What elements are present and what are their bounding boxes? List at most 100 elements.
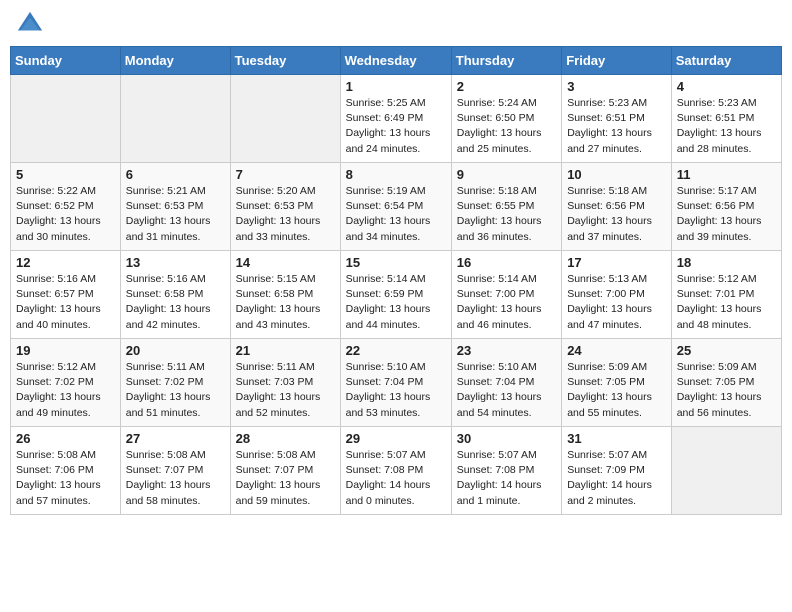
calendar-cell: 13 Sunrise: 5:16 AM Sunset: 6:58 PM Dayli… bbox=[120, 251, 230, 339]
column-header-tuesday: Tuesday bbox=[230, 47, 340, 75]
day-info: Sunrise: 5:10 AM Sunset: 7:04 PM Dayligh… bbox=[457, 360, 556, 421]
calendar-cell: 21Sunrise: 5:11 AM Sunset: 7:03 PM Dayli… bbox=[230, 339, 340, 427]
calendar-cell: 31 Sunrise: 5:07 AM Sunset: 7:09 PM Dayli… bbox=[562, 427, 672, 515]
day-info: Sunrise: 5:11 AM Sunset: 7:02 PM Dayligh… bbox=[126, 360, 225, 421]
calendar-cell: 4Sunrise: 5:23 AM Sunset: 6:51 PM Daylig… bbox=[671, 75, 781, 163]
day-number: 4 bbox=[677, 79, 776, 94]
calendar-week-row: 19 Sunrise: 5:12 AM Sunset: 7:02 PM Dayli… bbox=[11, 339, 782, 427]
day-info: Sunrise: 5:15 AM Sunset: 6:58 PM Dayligh… bbox=[236, 272, 335, 333]
day-number: 27 bbox=[126, 431, 225, 446]
calendar-cell: 19 Sunrise: 5:12 AM Sunset: 7:02 PM Dayli… bbox=[11, 339, 121, 427]
calendar-cell: 29 Sunrise: 5:07 AM Sunset: 7:08 PM Dayli… bbox=[340, 427, 451, 515]
day-number: 7 bbox=[236, 167, 335, 182]
calendar-week-row: 5 Sunrise: 5:22 AM Sunset: 6:52 PM Daylig… bbox=[11, 163, 782, 251]
day-info: Sunrise: 5:22 AM Sunset: 6:52 PM Dayligh… bbox=[16, 184, 115, 245]
calendar-cell: 15 Sunrise: 5:14 AM Sunset: 6:59 PM Dayli… bbox=[340, 251, 451, 339]
day-number: 5 bbox=[16, 167, 115, 182]
day-info: Sunrise: 5:12 AM Sunset: 7:02 PM Dayligh… bbox=[16, 360, 115, 421]
calendar-cell: 2 Sunrise: 5:24 AM Sunset: 6:50 PM Daylig… bbox=[451, 75, 561, 163]
day-info: Sunrise: 5:14 AM Sunset: 7:00 PM Dayligh… bbox=[457, 272, 556, 333]
logo bbox=[14, 10, 44, 38]
day-info: Sunrise: 5:07 AM Sunset: 7:08 PM Dayligh… bbox=[457, 448, 556, 509]
day-info: Sunrise: 5:07 AM Sunset: 7:08 PM Dayligh… bbox=[346, 448, 446, 509]
day-number: 3 bbox=[567, 79, 666, 94]
calendar-week-row: 26 Sunrise: 5:08 AM Sunset: 7:06 PM Dayli… bbox=[11, 427, 782, 515]
day-info: Sunrise: 5:08 AM Sunset: 7:07 PM Dayligh… bbox=[236, 448, 335, 509]
calendar-cell: 17 Sunrise: 5:13 AM Sunset: 7:00 PM Dayli… bbox=[562, 251, 672, 339]
day-number: 10 bbox=[567, 167, 666, 182]
day-info: Sunrise: 5:14 AM Sunset: 6:59 PM Dayligh… bbox=[346, 272, 446, 333]
day-info: Sunrise: 5:18 AM Sunset: 6:55 PM Dayligh… bbox=[457, 184, 556, 245]
column-header-monday: Monday bbox=[120, 47, 230, 75]
calendar-cell: 14 Sunrise: 5:15 AM Sunset: 6:58 PM Dayli… bbox=[230, 251, 340, 339]
calendar-week-row: 12Sunrise: 5:16 AM Sunset: 6:57 PM Dayli… bbox=[11, 251, 782, 339]
column-header-friday: Friday bbox=[562, 47, 672, 75]
day-number: 21 bbox=[236, 343, 335, 358]
day-number: 12 bbox=[16, 255, 115, 270]
day-info: Sunrise: 5:18 AM Sunset: 6:56 PM Dayligh… bbox=[567, 184, 666, 245]
calendar-cell: 11 Sunrise: 5:17 AM Sunset: 6:56 PM Dayli… bbox=[671, 163, 781, 251]
logo-icon bbox=[16, 10, 44, 38]
column-header-saturday: Saturday bbox=[671, 47, 781, 75]
day-number: 26 bbox=[16, 431, 115, 446]
calendar-cell: 5 Sunrise: 5:22 AM Sunset: 6:52 PM Daylig… bbox=[11, 163, 121, 251]
calendar-cell: 26 Sunrise: 5:08 AM Sunset: 7:06 PM Dayli… bbox=[11, 427, 121, 515]
calendar-cell: 28 Sunrise: 5:08 AM Sunset: 7:07 PM Dayli… bbox=[230, 427, 340, 515]
day-number: 1 bbox=[346, 79, 446, 94]
calendar-cell: 8 Sunrise: 5:19 AM Sunset: 6:54 PM Daylig… bbox=[340, 163, 451, 251]
day-info: Sunrise: 5:13 AM Sunset: 7:00 PM Dayligh… bbox=[567, 272, 666, 333]
day-number: 16 bbox=[457, 255, 556, 270]
day-number: 17 bbox=[567, 255, 666, 270]
day-number: 6 bbox=[126, 167, 225, 182]
calendar-week-row: 1 Sunrise: 5:25 AM Sunset: 6:49 PM Daylig… bbox=[11, 75, 782, 163]
day-number: 25 bbox=[677, 343, 776, 358]
calendar-cell bbox=[671, 427, 781, 515]
day-info: Sunrise: 5:08 AM Sunset: 7:06 PM Dayligh… bbox=[16, 448, 115, 509]
calendar-cell: 7 Sunrise: 5:20 AM Sunset: 6:53 PM Daylig… bbox=[230, 163, 340, 251]
day-number: 28 bbox=[236, 431, 335, 446]
calendar-cell: 12Sunrise: 5:16 AM Sunset: 6:57 PM Dayli… bbox=[11, 251, 121, 339]
day-info: Sunrise: 5:09 AM Sunset: 7:05 PM Dayligh… bbox=[567, 360, 666, 421]
calendar-header-row: SundayMondayTuesdayWednesdayThursdayFrid… bbox=[11, 47, 782, 75]
day-number: 9 bbox=[457, 167, 556, 182]
day-info: Sunrise: 5:12 AM Sunset: 7:01 PM Dayligh… bbox=[677, 272, 776, 333]
calendar-cell: 22 Sunrise: 5:10 AM Sunset: 7:04 PM Dayli… bbox=[340, 339, 451, 427]
day-number: 20 bbox=[126, 343, 225, 358]
day-info: Sunrise: 5:19 AM Sunset: 6:54 PM Dayligh… bbox=[346, 184, 446, 245]
calendar-cell: 9 Sunrise: 5:18 AM Sunset: 6:55 PM Daylig… bbox=[451, 163, 561, 251]
calendar-cell: 18Sunrise: 5:12 AM Sunset: 7:01 PM Dayli… bbox=[671, 251, 781, 339]
day-number: 15 bbox=[346, 255, 446, 270]
day-info: Sunrise: 5:24 AM Sunset: 6:50 PM Dayligh… bbox=[457, 96, 556, 157]
day-info: Sunrise: 5:09 AM Sunset: 7:05 PM Dayligh… bbox=[677, 360, 776, 421]
calendar-cell: 6 Sunrise: 5:21 AM Sunset: 6:53 PM Daylig… bbox=[120, 163, 230, 251]
calendar-cell: 23 Sunrise: 5:10 AM Sunset: 7:04 PM Dayli… bbox=[451, 339, 561, 427]
calendar-cell: 24Sunrise: 5:09 AM Sunset: 7:05 PM Dayli… bbox=[562, 339, 672, 427]
day-number: 11 bbox=[677, 167, 776, 182]
day-number: 2 bbox=[457, 79, 556, 94]
day-info: Sunrise: 5:20 AM Sunset: 6:53 PM Dayligh… bbox=[236, 184, 335, 245]
day-number: 23 bbox=[457, 343, 556, 358]
day-number: 29 bbox=[346, 431, 446, 446]
day-number: 13 bbox=[126, 255, 225, 270]
day-number: 19 bbox=[16, 343, 115, 358]
day-info: Sunrise: 5:10 AM Sunset: 7:04 PM Dayligh… bbox=[346, 360, 446, 421]
day-info: Sunrise: 5:21 AM Sunset: 6:53 PM Dayligh… bbox=[126, 184, 225, 245]
day-info: Sunrise: 5:07 AM Sunset: 7:09 PM Dayligh… bbox=[567, 448, 666, 509]
day-info: Sunrise: 5:08 AM Sunset: 7:07 PM Dayligh… bbox=[126, 448, 225, 509]
calendar-table: SundayMondayTuesdayWednesdayThursdayFrid… bbox=[10, 46, 782, 515]
day-number: 30 bbox=[457, 431, 556, 446]
calendar-cell bbox=[11, 75, 121, 163]
day-number: 22 bbox=[346, 343, 446, 358]
calendar-cell: 20 Sunrise: 5:11 AM Sunset: 7:02 PM Dayli… bbox=[120, 339, 230, 427]
calendar-cell: 27 Sunrise: 5:08 AM Sunset: 7:07 PM Dayli… bbox=[120, 427, 230, 515]
day-info: Sunrise: 5:17 AM Sunset: 6:56 PM Dayligh… bbox=[677, 184, 776, 245]
day-info: Sunrise: 5:25 AM Sunset: 6:49 PM Dayligh… bbox=[346, 96, 446, 157]
day-number: 14 bbox=[236, 255, 335, 270]
day-info: Sunrise: 5:16 AM Sunset: 6:58 PM Dayligh… bbox=[126, 272, 225, 333]
day-number: 31 bbox=[567, 431, 666, 446]
calendar-cell: 16 Sunrise: 5:14 AM Sunset: 7:00 PM Dayli… bbox=[451, 251, 561, 339]
column-header-sunday: Sunday bbox=[11, 47, 121, 75]
day-number: 8 bbox=[346, 167, 446, 182]
calendar-cell bbox=[120, 75, 230, 163]
calendar-cell: 25 Sunrise: 5:09 AM Sunset: 7:05 PM Dayli… bbox=[671, 339, 781, 427]
